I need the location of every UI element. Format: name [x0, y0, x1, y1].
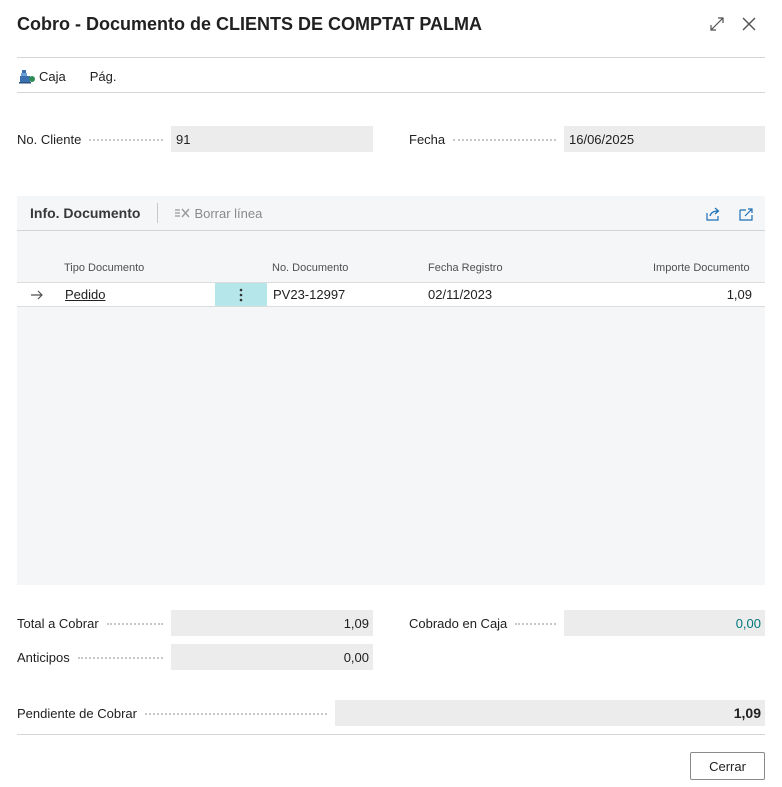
- part-separator: [157, 203, 159, 223]
- action-pag-label: Pág.: [89, 68, 117, 84]
- doc-type-link[interactable]: Pedido: [65, 287, 105, 302]
- title-divider: [17, 57, 765, 58]
- field-date: Fecha 16/06/2025: [409, 126, 765, 152]
- dots-leader: [106, 623, 163, 625]
- col-header-amount[interactable]: Importe Documento: [653, 262, 750, 274]
- field-customer-no: No. Cliente 91: [17, 126, 373, 152]
- pending-label: Pendiente de Cobrar: [17, 705, 137, 721]
- part-title[interactable]: Info. Documento: [30, 205, 140, 221]
- cell-doc-no[interactable]: PV23-12997: [273, 283, 345, 306]
- pending-value: 1,09: [335, 700, 765, 726]
- field-total-to-collect: Total a Cobrar 1,09: [17, 610, 373, 636]
- part-toolbar-icons: [691, 205, 757, 223]
- customer-no-value[interactable]: 91: [171, 126, 373, 152]
- date-value[interactable]: 16/06/2025: [564, 126, 765, 152]
- delete-line-button[interactable]: Borrar línea: [175, 206, 262, 221]
- total-to-collect-label: Total a Cobrar: [17, 615, 99, 631]
- table-row[interactable]: Pedido PV23-12997 02/11/2023 1,09: [17, 282, 765, 307]
- open-fullpage-button[interactable]: [735, 205, 757, 223]
- action-bar: Caja Pág.: [17, 64, 139, 88]
- col-header-posting-date[interactable]: Fecha Registro: [428, 262, 503, 274]
- action-pag[interactable]: Pág.: [88, 69, 119, 84]
- arrow-right-icon: [31, 290, 43, 299]
- row-indicator-arrow: [31, 283, 44, 306]
- field-pending: Pendiente de Cobrar 1,09: [17, 700, 765, 726]
- more-vertical-icon: [239, 288, 243, 301]
- close-icon: [742, 17, 756, 31]
- dots-leader: [515, 623, 556, 625]
- delete-lines-icon: [175, 208, 190, 218]
- share-icon: [705, 207, 719, 221]
- dots-leader: [89, 139, 163, 141]
- dots-leader: [453, 139, 556, 141]
- field-advances: Anticipos 0,00: [17, 644, 373, 670]
- cash-register-icon: [19, 69, 35, 83]
- close-dialog-button[interactable]: [738, 13, 760, 35]
- dots-leader: [77, 657, 163, 659]
- advances-value: 0,00: [171, 644, 373, 670]
- dialog-title: Cobro - Documento de CLIENTS DE COMPTAT …: [17, 14, 482, 34]
- collected-in-cash-value[interactable]: 0,00: [564, 610, 765, 636]
- col-header-doc-no[interactable]: No. Documento: [272, 262, 348, 274]
- field-collected-in-cash: Cobrado en Caja 0,00: [409, 610, 765, 636]
- action-caja-label: Caja: [39, 68, 66, 84]
- close-button[interactable]: Cerrar: [690, 752, 765, 780]
- cell-posting-date[interactable]: 02/11/2023: [428, 283, 492, 306]
- cell-doc-type[interactable]: Pedido: [65, 283, 105, 306]
- expand-icon: [710, 17, 724, 31]
- customer-no-label: No. Cliente: [17, 131, 82, 147]
- action-caja[interactable]: Caja: [17, 69, 68, 84]
- delete-line-label: Borrar línea: [194, 205, 263, 221]
- col-header-doc-type[interactable]: Tipo Documento: [64, 262, 144, 274]
- date-label: Fecha: [409, 131, 446, 147]
- cell-amount[interactable]: 1,09: [727, 283, 752, 306]
- dots-leader: [144, 713, 327, 715]
- action-divider: [17, 92, 765, 93]
- expand-button[interactable]: [706, 13, 728, 35]
- row-menu-button[interactable]: [215, 283, 267, 306]
- part-header: Info. Documento Borrar línea: [17, 196, 765, 231]
- footer-divider: [17, 734, 765, 735]
- total-to-collect-value: 1,09: [171, 610, 373, 636]
- share-button[interactable]: [702, 205, 724, 223]
- open-in-new-icon: [739, 207, 753, 221]
- advances-label: Anticipos: [17, 649, 70, 665]
- collected-in-cash-label: Cobrado en Caja: [409, 615, 508, 631]
- document-info-part: Info. Documento Borrar línea Tipo Docume…: [17, 196, 765, 585]
